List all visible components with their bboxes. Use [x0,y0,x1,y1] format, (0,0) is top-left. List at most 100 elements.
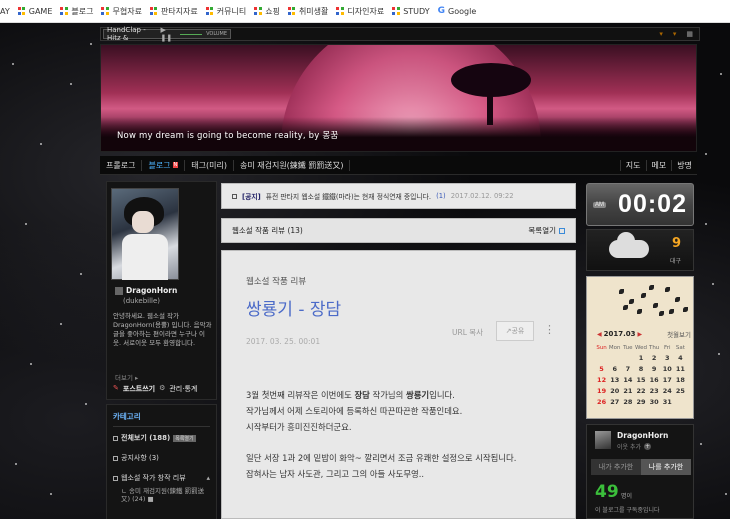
category-item-review[interactable]: 웹소설 작가 창작 리뷰 ▴ [113,473,210,483]
add-neighbor[interactable]: 이웃 추가 + [617,442,651,451]
leaf [619,289,624,294]
calendar-day[interactable]: 8 [634,365,647,373]
calendar-day[interactable]: 6 [608,365,621,373]
calendar-grid: Sun Mon Tue Wed Thu Fri Sat 1 2 3 4 5 6 7 8 9 10 11 12 13 14… [595,345,687,406]
next-month-icon[interactable]: ▶ [638,331,643,338]
avatar[interactable] [111,188,179,280]
calendar-day[interactable]: 9 [648,365,661,373]
leaf [683,307,688,312]
bookmark-item[interactable]: 블로그 [60,6,93,17]
music-player[interactable]: HandClap - Hitz & ▶ ❚❚ VOLUME [103,26,231,42]
bookmark-item[interactable]: 쇼핑 [254,6,280,17]
bookmark-item[interactable]: 디자인자료 [336,6,384,17]
calendar-day[interactable]: 26 [595,398,608,406]
category-item-all[interactable]: 전체보기 (188) 목록열기 [113,433,210,443]
notice-text[interactable]: 퓨전 판타지 웹소설 鐵鐵(마라)는 현재 정식연재 중입니다. [266,191,431,201]
calendar-day[interactable]: 22 [634,387,647,395]
dropdown-icon[interactable]: ▾ [659,30,663,38]
bookmark-item[interactable]: 커뮤니티 [205,6,246,17]
calendar-day[interactable]: 11 [674,365,687,373]
calendar-day[interactable]: 29 [634,398,647,406]
post-title[interactable]: 쌍룡기 - 장담 [246,295,341,320]
nav-item-blog[interactable]: 블로그 N [142,159,186,171]
calendar-day[interactable]: 3 [661,354,674,362]
manage-link[interactable]: 관리·통계 [169,384,197,394]
calendar-day[interactable]: 23 [648,387,661,395]
calendar-day[interactable]: 7 [621,365,634,373]
star [30,363,32,365]
calendar-day[interactable]: 31 [661,398,674,406]
calendar-today-link[interactable]: 첫월보기 [667,329,691,339]
bookmark-item[interactable]: GAME [17,7,52,16]
more-options-icon[interactable]: ⋮ [544,323,555,336]
play-pause-icon[interactable]: ▶ ❚❚ [160,26,175,42]
star [25,223,27,225]
calendar-day[interactable]: 19 [595,387,608,395]
calendar-day[interactable]: 30 [648,398,661,406]
post-category[interactable]: 웹소설 작품 리뷰 [246,275,306,287]
bookmark-item[interactable]: AY [0,7,10,16]
post-write-link[interactable]: 포스트쓰기 [123,384,155,394]
left-sidebar: DragonHorn (dukebille) 안녕하세요. 웹소설 작가 Dra… [106,181,217,519]
calendar-day[interactable]: 16 [648,376,661,384]
weather-temp: 9 [671,236,681,251]
nav-item-guestbook[interactable]: 방명 [671,159,697,171]
bookmark-item[interactable]: G Google [438,6,477,16]
nav-item-tag[interactable]: 태그(미리) [185,159,234,171]
star [85,403,87,405]
calendar-day[interactable]: 13 [608,376,621,384]
calendar-day[interactable]: 12 [595,376,608,384]
top-strip: HandClap - Hitz & ▶ ❚❚ VOLUME ▾ ▾ ▦ [100,26,700,42]
bookmark-item[interactable]: 판타지자료 [149,6,198,17]
url-copy-button[interactable]: URL 복사 [452,327,483,338]
calendar-day[interactable]: 18 [674,376,687,384]
volume-slider[interactable] [179,33,203,35]
calendar-day[interactable]: 14 [621,376,634,384]
calendar-day[interactable]: 1 [634,354,647,362]
calendar-day[interactable]: 5 [595,365,608,373]
calendar-day[interactable]: 15 [634,376,647,384]
dropdown-icon-2[interactable]: ▾ [673,30,677,38]
calendar-header: ◀ 2017.03 ▶ 첫월보기 [595,329,691,339]
neighbor-avatar[interactable] [595,431,611,449]
neighbor-count-unit: 명이 [621,493,633,500]
weather-widget[interactable]: 9 대구 [586,229,694,271]
bookmark-item[interactable]: 취미생활 [287,6,328,17]
bookmark-item[interactable]: 무협자료 [101,6,142,17]
calendar-day[interactable]: 17 [661,376,674,384]
nav-item-series[interactable]: 송미 재검지원(鍊鐵 罰罰送又) [234,159,351,171]
pencil-icon: ✎ [113,384,119,392]
calendar-day[interactable]: 21 [621,387,634,395]
calendar-day[interactable]: 4 [674,354,687,362]
notice-comment-count: (1) [436,192,446,200]
calendar-day[interactable]: 25 [674,387,687,395]
collapse-icon[interactable]: ▴ [206,474,210,482]
star [720,73,722,75]
neighbor-name[interactable]: DragonHorn [617,431,668,440]
nav-item-memo[interactable]: 메모 [645,159,672,171]
notice-bar[interactable]: [공지] 퓨전 판타지 웹소설 鐵鐵(마라)는 현재 정식연재 중입니다. (1… [221,183,576,209]
calendar-day[interactable]: 2 [648,354,661,362]
category-subitem[interactable]: ㄴ 송미 재검지원(鍊鐵 罰罰送又) (24) ■ [121,487,210,503]
tab-added-by-me[interactable]: 내가 추가한 [591,459,641,475]
calendar-day[interactable]: 27 [608,398,621,406]
nav-item-map[interactable]: 지도 [619,159,646,171]
leaf [675,297,680,302]
grid-icon[interactable]: ▦ [686,30,693,38]
profile-more-link[interactable]: 더보기 ▸ [115,372,138,382]
category-item-notice[interactable]: 공지사항 (3) [113,453,210,463]
neighbor-count: 49 [595,482,619,502]
share-button[interactable]: ↗공유 [496,321,534,341]
prev-month-icon[interactable]: ◀ [597,331,602,338]
profile-name[interactable]: DragonHorn [115,286,177,295]
calendar-day[interactable]: 28 [621,398,634,406]
calendar-day[interactable]: 10 [661,365,674,373]
bookmark-item[interactable]: STUDY [392,7,430,16]
nav-item-prologue[interactable]: 프롤로그 [100,159,143,171]
blog-banner: Now my dream is going to become reality,… [100,44,697,152]
tab-added-me[interactable]: 나를 추가한 [641,459,691,475]
list-toggle[interactable]: 목록열기 [528,225,565,236]
list-open-badge[interactable]: 목록열기 [173,434,196,442]
calendar-day[interactable]: 20 [608,387,621,395]
calendar-day[interactable]: 24 [661,387,674,395]
